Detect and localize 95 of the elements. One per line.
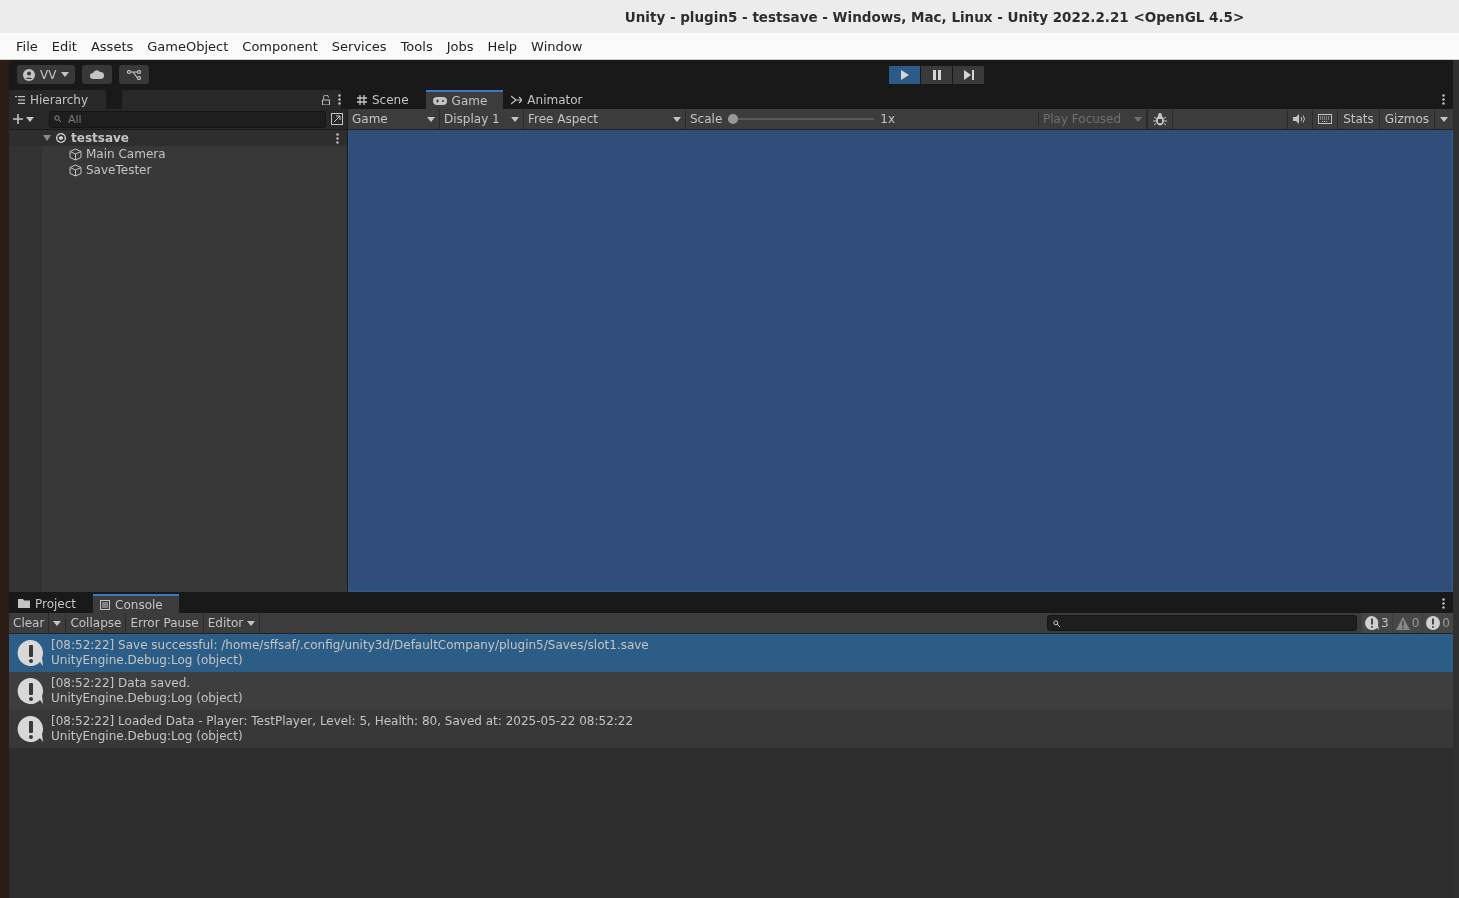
- hierarchy-item[interactable]: SaveTester: [9, 162, 347, 178]
- log-trace: UnityEngine.Debug:Log (object): [51, 691, 243, 706]
- log-entry[interactable]: [08:52:22] Loaded Data - Player: TestPlayer, Level: 5, Health: 80, Saved at: 2025-05-22 08:52:22 UnityEngine.Debug:Log (object): [9, 710, 1453, 748]
- search-field[interactable]: All: [49, 110, 326, 128]
- grid-icon: [357, 94, 367, 105]
- gamepad-icon: [432, 96, 447, 105]
- speaker-icon: [1293, 114, 1308, 124]
- view-dropdown[interactable]: Game: [348, 109, 440, 129]
- tab[interactable]: Console: [93, 594, 179, 613]
- clear-button[interactable]: Clear: [9, 613, 50, 633]
- slider-thumb[interactable]: [728, 114, 739, 124]
- menu-item[interactable]: Window: [524, 38, 590, 54]
- play-button[interactable]: [889, 65, 921, 84]
- search-field[interactable]: [1047, 615, 1358, 631]
- step-icon: [963, 69, 974, 80]
- scene-row[interactable]: testsave: [9, 130, 347, 146]
- menu-item[interactable]: Tools: [393, 38, 440, 54]
- search-icon: [1053, 619, 1061, 627]
- caret-icon: [26, 116, 34, 122]
- error-pause-button[interactable]: Error Pause: [126, 613, 204, 633]
- cube-icon: [69, 163, 82, 177]
- scene-icon: [55, 132, 67, 144]
- info-count-toggle[interactable]: 3: [1362, 613, 1392, 633]
- animator-icon: [511, 94, 523, 105]
- aspect-dropdown[interactable]: Free Aspect: [524, 109, 686, 129]
- account-button[interactable]: VV: [17, 65, 76, 84]
- window-title: Unity - plugin5 - testsave - Windows, Mac, Linux - Unity 2022.2.21 <OpenGL 4.5>: [624, 8, 1245, 25]
- log-entry[interactable]: [08:52:22] Save successful: /home/sffsaf/.config/unity3d/DefaultCompany/plugin5/Saves/slot1.save UnityEngine.Debug:Log (object): [9, 634, 1453, 672]
- menu-item[interactable]: File: [9, 38, 45, 54]
- display-dropdown[interactable]: Display 1: [440, 109, 524, 129]
- menu-item[interactable]: Assets: [83, 38, 141, 54]
- caret-icon: [511, 116, 519, 122]
- folder-icon: [18, 599, 30, 608]
- more-icon[interactable]: [1442, 93, 1445, 105]
- log-entry[interactable]: [08:52:22] Data saved. UnityEngine.Debug:Log (object): [9, 672, 1453, 710]
- debug-button[interactable]: [1147, 109, 1173, 129]
- branch-icon: [127, 69, 142, 80]
- message-icon: [17, 639, 45, 667]
- log-message: [08:52:22] Save successful: /home/sffsaf/.config/unity3d/DefaultCompany/plugin5/Saves/slot1.save: [51, 638, 649, 653]
- scene-name: testsave: [71, 131, 129, 145]
- log-trace: UnityEngine.Debug:Log (object): [51, 729, 244, 744]
- log-trace: UnityEngine.Debug:Log (object): [51, 653, 244, 668]
- lock-icon[interactable]: [322, 94, 330, 105]
- editor-dropdown[interactable]: Editor: [203, 613, 261, 633]
- add-button[interactable]: [13, 114, 34, 124]
- log-message: [08:52:22] Loaded Data - Player: TestPlayer, Level: 5, Health: 80, Saved at: 2025-05-22 08:52:22: [51, 714, 634, 729]
- stats-button[interactable]: Stats: [1337, 109, 1379, 129]
- maximize-icon[interactable]: [331, 113, 343, 125]
- collapse-button[interactable]: Collapse: [66, 613, 127, 633]
- error-icon: [1426, 616, 1441, 630]
- caret-icon: [673, 116, 681, 122]
- caret-icon: [427, 116, 435, 122]
- search-icon: [54, 115, 64, 123]
- tab[interactable]: Game: [425, 90, 504, 109]
- pause-icon: [931, 69, 942, 80]
- more-icon[interactable]: [338, 94, 341, 105]
- caret-icon: [1134, 116, 1142, 122]
- play-icon: [899, 69, 910, 80]
- scale-label: Scale: [690, 112, 723, 126]
- warning-icon: [1395, 616, 1410, 630]
- scale-value: 1x: [880, 112, 896, 126]
- user-icon: [23, 68, 35, 81]
- log-message: [08:52:22] Data saved.: [51, 676, 192, 691]
- message-icon: [17, 715, 45, 743]
- menu-item[interactable]: Component: [235, 38, 325, 54]
- menu-item[interactable]: Jobs: [439, 38, 481, 54]
- caret-icon: [1440, 116, 1448, 122]
- console-icon: [100, 599, 111, 610]
- gizmos-button[interactable]: Gizmos: [1378, 109, 1435, 129]
- menu-item[interactable]: Edit: [44, 38, 84, 54]
- tab[interactable]: Scene: [350, 90, 425, 109]
- message-icon: [1365, 616, 1380, 630]
- cloud-icon: [90, 70, 105, 79]
- caret-icon: [53, 620, 62, 626]
- menu-item[interactable]: Services: [324, 38, 394, 54]
- menu-item[interactable]: Help: [480, 38, 525, 54]
- tab[interactable]: Animator: [504, 90, 599, 109]
- menu-item[interactable]: GameObject: [140, 38, 236, 54]
- plus-icon: [13, 114, 23, 124]
- pause-button[interactable]: [921, 65, 953, 84]
- caret-icon: [61, 72, 70, 77]
- more-icon[interactable]: [336, 132, 339, 144]
- more-icon[interactable]: [1442, 597, 1445, 609]
- cloud-button[interactable]: [82, 65, 113, 84]
- hierarchy-tab[interactable]: Hierarchy: [9, 90, 106, 109]
- step-button[interactable]: [953, 65, 985, 84]
- version-control-button[interactable]: [119, 65, 150, 84]
- bug-icon: [1153, 112, 1167, 126]
- tab[interactable]: Project: [11, 594, 93, 613]
- hierarchy-item[interactable]: Main Camera: [9, 146, 347, 162]
- cube-icon: [69, 147, 82, 161]
- message-icon: [17, 677, 45, 705]
- list-icon: [15, 95, 25, 104]
- caret-icon: [247, 620, 256, 626]
- keyboard-icon: [1318, 114, 1333, 124]
